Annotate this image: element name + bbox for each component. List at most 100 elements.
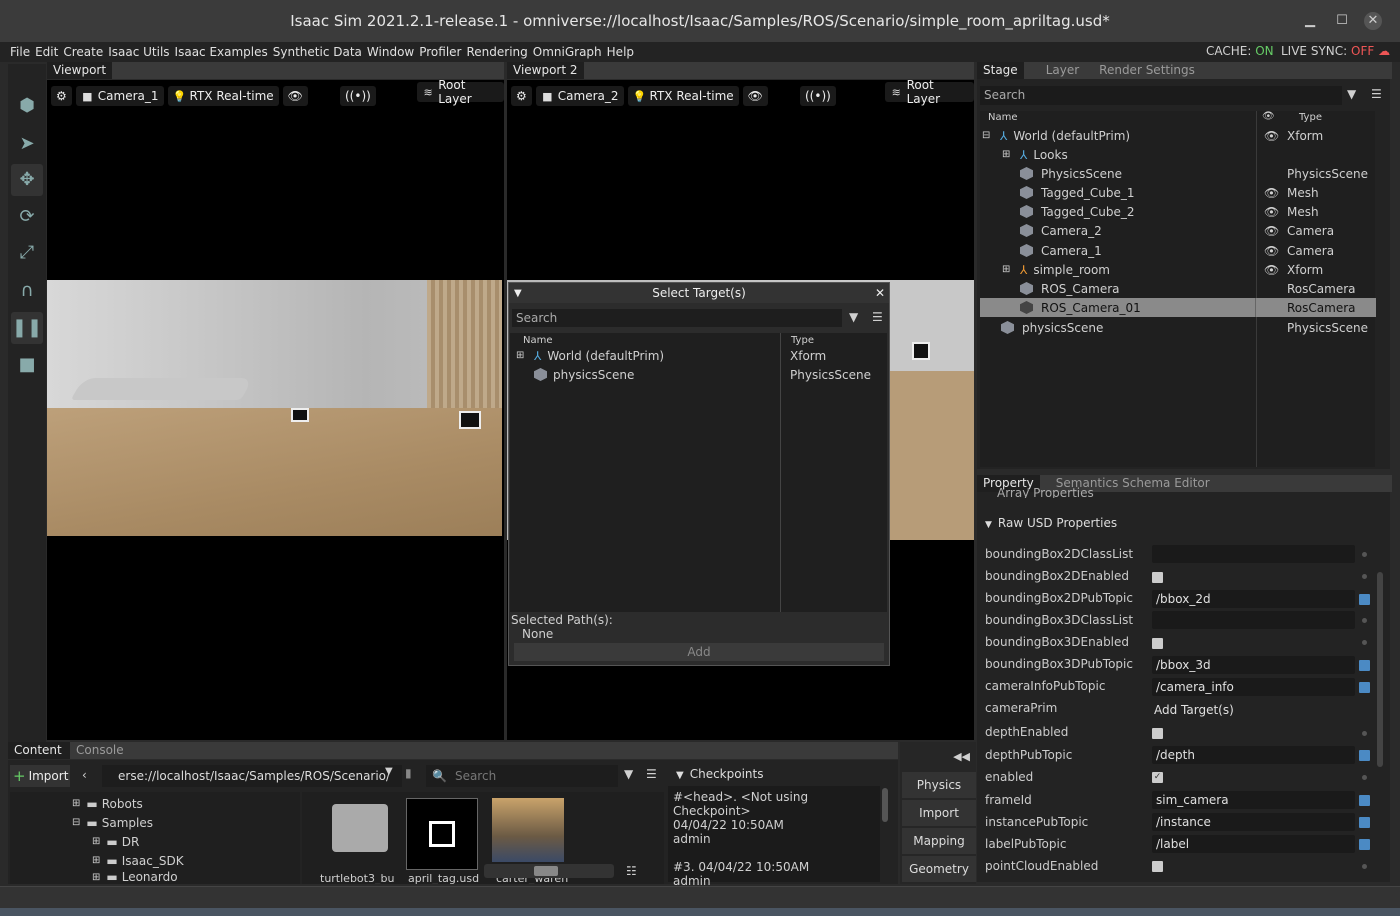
physics-button[interactable]: Physics: [902, 772, 976, 798]
modified-indicator-icon[interactable]: [1359, 839, 1370, 850]
stage-search-input[interactable]: Search: [980, 86, 1342, 105]
menu-isaac-examples[interactable]: Isaac Examples: [175, 45, 268, 59]
stage-row[interactable]: Camera_2 👁 Camera: [1020, 221, 1372, 240]
menu-window[interactable]: Window: [367, 45, 414, 59]
filter-icon[interactable]: ▼: [1347, 87, 1356, 101]
menu-profiler[interactable]: Profiler: [419, 45, 461, 59]
filter-icon[interactable]: ▼: [849, 310, 858, 324]
point-cloud-enabled-checkbox[interactable]: [1152, 861, 1163, 872]
back-arrow-icon[interactable]: ‹: [82, 768, 87, 782]
bounding-box-2d-enabled-checkbox[interactable]: [1152, 572, 1163, 583]
collapse-triangle-icon[interactable]: ▼: [514, 288, 522, 299]
warehouse-thumbnail[interactable]: [492, 798, 564, 862]
bounding-box-2d-class-list-field[interactable]: [1152, 545, 1355, 563]
mapping-button[interactable]: Mapping: [902, 828, 976, 854]
tab-viewport[interactable]: Viewport: [47, 62, 113, 79]
options-menu-icon[interactable]: ☰: [1371, 87, 1382, 101]
property-scrollbar[interactable]: [1377, 572, 1383, 767]
cube-select-icon[interactable]: ⬢: [11, 90, 43, 122]
filter-icon[interactable]: ▼: [624, 767, 633, 781]
visibility-eye-icon[interactable]: 👁: [282, 86, 308, 106]
frame-id-field[interactable]: sim_camera: [1152, 791, 1355, 809]
enabled-checkbox[interactable]: ✓: [1152, 772, 1163, 783]
modified-indicator-icon[interactable]: [1359, 795, 1370, 806]
root-layer-button[interactable]: ≋ Root Layer: [885, 80, 974, 106]
visibility-eye-icon[interactable]: 👁: [742, 86, 768, 106]
modified-indicator-icon[interactable]: [1359, 660, 1370, 671]
tab-console[interactable]: Console: [70, 742, 130, 759]
import-button[interactable]: + Import: [10, 765, 70, 787]
live-sync-status[interactable]: LIVE SYNC: OFF ☁: [1281, 44, 1390, 58]
stop-icon[interactable]: ■: [11, 349, 43, 381]
path-field[interactable]: erse://localhost/Isaac/Samples/ROS/Scena…: [102, 765, 402, 787]
move-icon[interactable]: ✥: [11, 164, 43, 196]
import-side-button[interactable]: Import: [902, 800, 976, 826]
raw-usd-section-header[interactable]: ▼ Raw USD Properties: [985, 516, 1117, 530]
modified-indicator-icon[interactable]: [1359, 750, 1370, 761]
eye-icon[interactable]: 👁: [1264, 129, 1279, 143]
maximize-icon[interactable]: ☐: [1333, 12, 1351, 30]
bounding-box-3d-enabled-checkbox[interactable]: [1152, 638, 1163, 649]
tab-viewport-2[interactable]: Viewport 2: [507, 62, 584, 79]
camera-info-pub-topic-field[interactable]: /camera_info: [1152, 678, 1355, 696]
bookmark-icon[interactable]: ▮: [405, 766, 412, 780]
menu-help[interactable]: Help: [607, 45, 634, 59]
settings-gear-icon[interactable]: ⚙: [511, 86, 532, 106]
depth-pub-topic-field[interactable]: /depth: [1152, 746, 1355, 764]
menu-omnigraph[interactable]: OmniGraph: [533, 45, 602, 59]
menu-synthetic-data[interactable]: Synthetic Data: [273, 45, 362, 59]
menu-edit[interactable]: Edit: [35, 45, 58, 59]
modified-indicator-icon[interactable]: [1359, 594, 1370, 605]
rotate-icon[interactable]: ⟳: [11, 201, 43, 233]
depth-enabled-checkbox[interactable]: [1152, 728, 1163, 739]
file-name[interactable]: april_tag.usd: [408, 872, 479, 884]
camera-selector[interactable]: ■ Camera_1: [75, 86, 164, 106]
bounding-box-2d-pub-topic-field[interactable]: /bbox_2d: [1152, 590, 1355, 608]
tab-render-settings[interactable]: Render Settings: [1093, 62, 1201, 79]
dropdown-chevron-icon[interactable]: ▼: [385, 766, 393, 777]
april-tag-thumbnail[interactable]: [406, 798, 478, 870]
tree-folder[interactable]: ⊞ ▬ Leonardo: [92, 870, 178, 884]
options-menu-icon[interactable]: ☰: [872, 310, 883, 324]
close-icon[interactable]: ✕: [875, 286, 885, 300]
tab-layer[interactable]: Layer: [1039, 62, 1086, 79]
settings-gear-icon[interactable]: ⚙: [51, 86, 72, 106]
add-button[interactable]: Add: [514, 643, 884, 661]
label-pub-topic-field[interactable]: /label: [1152, 835, 1355, 853]
stage-row[interactable]: Tagged_Cube_1 👁 Mesh: [1020, 183, 1372, 202]
options-menu-icon[interactable]: ☰: [646, 767, 657, 781]
thumbnail-size-slider[interactable]: [484, 864, 614, 878]
stage-row[interactable]: physicsScene PhysicsScene: [1001, 318, 1372, 337]
broadcast-icon[interactable]: ((•)): [800, 86, 836, 106]
scale-icon[interactable]: ⤢: [11, 237, 43, 269]
minimize-icon[interactable]: ▁: [1301, 12, 1319, 30]
tree-folder[interactable]: ⊞ ▬ Robots: [72, 794, 143, 813]
menu-rendering[interactable]: Rendering: [466, 45, 527, 59]
folder-thumbnail[interactable]: [332, 804, 388, 852]
stage-row[interactable]: ⊞ ⅄ simple_room 👁 Xform: [1002, 260, 1372, 279]
tree-folder[interactable]: ⊟ ▬ Samples: [72, 813, 153, 832]
checkpoint-entry[interactable]: #3. 04/04/22 10:50AM admin: [673, 860, 875, 888]
close-icon[interactable]: ✕: [1364, 12, 1382, 30]
tab-stage[interactable]: Stage: [977, 62, 1024, 79]
viewport1[interactable]: ⚙ ■ Camera_1 💡 RTX Real-time 👁 ((•)) ≋ Root…: [47, 80, 504, 740]
tab-content[interactable]: Content: [8, 742, 70, 759]
checkpoint-scrollbar[interactable]: [882, 788, 888, 822]
menu-isaac-utils[interactable]: Isaac Utils: [108, 45, 169, 59]
expand-icon[interactable]: ⊞: [1002, 264, 1016, 275]
modified-indicator-icon[interactable]: [1359, 817, 1370, 828]
checkpoints-header[interactable]: ▼ Checkpoints: [676, 767, 763, 781]
bounding-box-3d-pub-topic-field[interactable]: /bbox_3d: [1152, 656, 1355, 674]
instance-pub-topic-field[interactable]: /instance: [1152, 813, 1355, 831]
pause-icon[interactable]: ❚❚: [11, 312, 43, 344]
tree-row[interactable]: ⊞ ⅄ World (defaultPrim) Xform: [516, 346, 876, 365]
eye-icon[interactable]: 👁: [1264, 263, 1279, 277]
render-mode-selector[interactable]: 💡 RTX Real-time: [627, 86, 739, 106]
add-targets-button[interactable]: Add Target(s): [1150, 701, 1353, 719]
tree-row[interactable]: physicsScene PhysicsScene: [534, 365, 874, 384]
stage-row-selected[interactable]: ROS_Camera_01 RosCamera: [980, 298, 1376, 317]
render-mode-selector[interactable]: 💡 RTX Real-time: [167, 86, 279, 106]
expand-icon[interactable]: ⊞: [1002, 149, 1016, 160]
stage-row-world[interactable]: ⊟ ⅄ World (defaultPrim) 👁 Xform: [982, 126, 1372, 145]
grid-view-icon[interactable]: ☷: [626, 864, 637, 878]
